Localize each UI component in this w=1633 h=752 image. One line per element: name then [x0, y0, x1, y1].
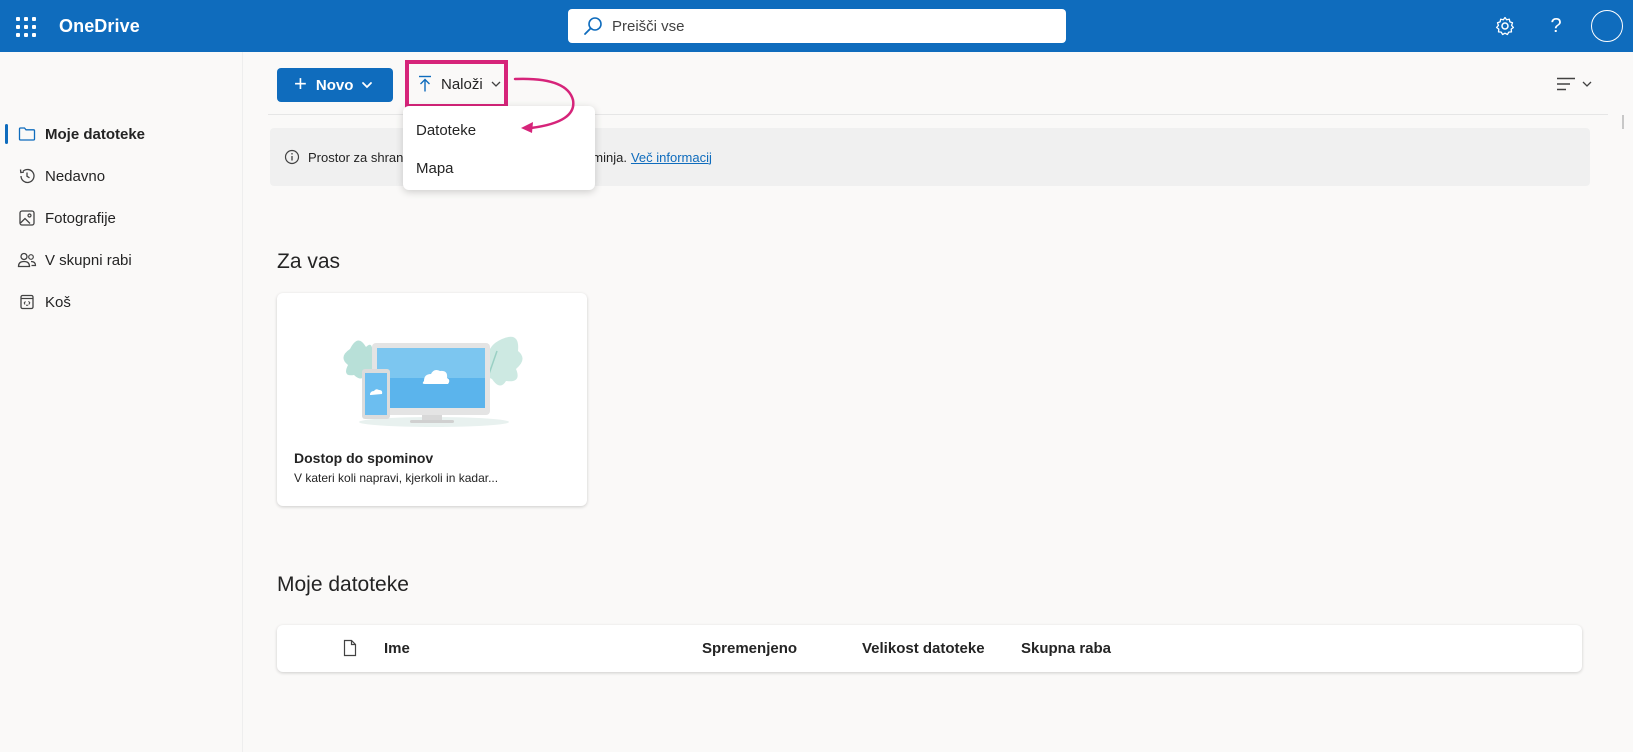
app-title[interactable]: OneDrive [59, 16, 140, 37]
sidebar-item-label: Nedavno [45, 167, 106, 185]
devices-cloud-illustration [343, 336, 523, 427]
recycle-bin-icon [17, 292, 37, 312]
help-icon[interactable]: ? [1543, 13, 1569, 39]
sidebar-item-label: V skupni rabi [45, 251, 132, 269]
avatar[interactable] [1591, 10, 1623, 42]
file-type-icon [343, 639, 357, 657]
folder-icon [17, 124, 37, 144]
settings-icon[interactable] [1492, 13, 1518, 39]
search-input[interactable] [612, 17, 1032, 35]
view-list-icon [1557, 77, 1575, 91]
sidebar-item-label: Koš [45, 293, 71, 311]
sidebar-item-label: Fotografije [45, 209, 116, 227]
people-icon [17, 250, 37, 270]
menu-item-folder[interactable]: Mapa [403, 150, 595, 186]
new-button[interactable]: + Novo [277, 68, 393, 102]
chevron-down-icon [1582, 81, 1592, 87]
memories-card[interactable]: Dostop do spominov V kateri koli napravi… [277, 293, 587, 506]
sidebar-item-recycle-bin[interactable]: Koš [0, 284, 243, 320]
scrollbar[interactable] [1622, 115, 1624, 129]
learn-more-link[interactable]: Več informacij [631, 150, 712, 165]
for-you-heading: Za vas [277, 250, 341, 273]
chevron-down-icon [362, 82, 373, 89]
menu-item-files[interactable]: Datoteke [403, 112, 595, 148]
column-header-size[interactable]: Velikost datoteke [862, 640, 985, 657]
sidebar-item-recent[interactable]: Nedavno [0, 158, 243, 194]
column-header-sharing[interactable]: Skupna raba [1021, 640, 1111, 657]
history-icon [17, 166, 37, 186]
sidebar-item-my-files[interactable]: Moje datoteke [0, 116, 243, 152]
top-bar: OneDrive ? [0, 0, 1633, 52]
info-icon [284, 149, 300, 165]
info-banner-text-start: Prostor za shranj [308, 149, 407, 165]
search-icon [584, 17, 602, 35]
sidebar: Moje datoteke Nedavno Fotografije V skup… [0, 52, 243, 752]
sidebar-item-shared[interactable]: V skupni rabi [0, 242, 243, 278]
image-icon [17, 208, 37, 228]
upload-menu: Datoteke Mapa [403, 106, 595, 190]
search-box[interactable] [568, 9, 1066, 43]
new-button-label: Novo [315, 76, 354, 94]
sidebar-item-photos[interactable]: Fotografije [0, 200, 243, 236]
chevron-down-icon [491, 81, 501, 87]
sidebar-item-label: Moje datoteke [45, 125, 146, 143]
my-files-heading: Moje datoteke [277, 573, 409, 596]
upload-button-label: Naloži [441, 75, 483, 93]
card-title: Dostop do spominov [294, 450, 434, 466]
upload-button[interactable]: Naloži [405, 60, 508, 108]
waffle-icon[interactable] [14, 15, 36, 37]
view-options-button[interactable] [1556, 71, 1598, 97]
card-subtitle: V kateri koli napravi, kjerkoli in kadar… [294, 471, 499, 485]
column-header-name[interactable]: Ime [384, 640, 410, 657]
files-table-header: Ime Spremenjeno Velikost datoteke Skupna… [277, 625, 1582, 672]
upload-icon [419, 75, 431, 92]
column-header-modified[interactable]: Spremenjeno [702, 640, 797, 657]
plus-icon: + [294, 71, 307, 96]
info-banner-text-end: minja. [592, 149, 627, 165]
